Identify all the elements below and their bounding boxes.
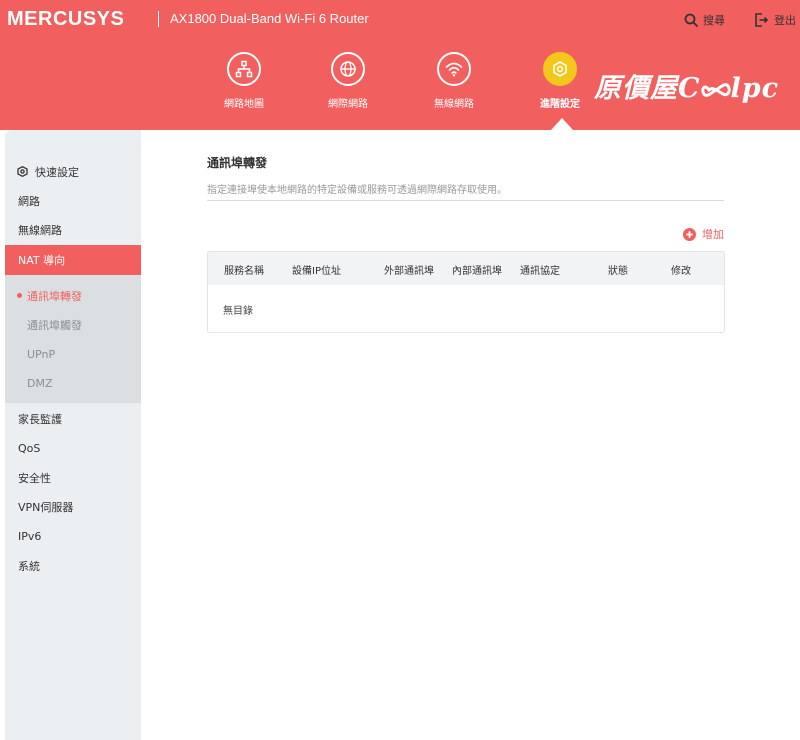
- sidebar-item-network[interactable]: 網路: [5, 186, 141, 215]
- add-button[interactable]: 增加: [683, 226, 724, 242]
- sidebar-item-parental-controls[interactable]: 家長監護: [5, 404, 141, 433]
- sidebar-item-wireless[interactable]: 無線網路: [5, 215, 141, 244]
- column-header: 狀態: [608, 266, 628, 277]
- logout-button[interactable]: 登出: [754, 12, 796, 28]
- sidebar-sub-dmz[interactable]: DMZ: [5, 369, 141, 398]
- column-header: 通訊協定: [520, 266, 560, 277]
- logout-label: 登出: [774, 14, 796, 27]
- active-dot: [17, 293, 22, 298]
- nav-active-pointer: [551, 118, 573, 130]
- watermark: 原價屋C lpc: [594, 73, 780, 104]
- add-icon: [683, 227, 696, 241]
- search-icon: [684, 13, 698, 27]
- advanced-gear-icon: [543, 52, 577, 86]
- sidebar-sub-upnp[interactable]: UPnP: [5, 340, 141, 369]
- sidebar-item-system[interactable]: 系統: [5, 551, 141, 580]
- wifi-icon: [437, 52, 471, 86]
- nav-internet[interactable]: 網際網路: [308, 52, 388, 110]
- nav-network-map[interactable]: 網路地圖: [204, 52, 284, 110]
- column-header: 設備IP位址: [292, 266, 341, 277]
- sidebar-item-nat[interactable]: NAT 導向: [5, 245, 141, 275]
- search-label: 搜尋: [703, 14, 725, 27]
- sidebar-sub-port-forwarding[interactable]: 通訊埠轉發: [5, 281, 141, 310]
- column-header: 內部通訊埠: [452, 266, 502, 277]
- port-forwarding-table: 服務名稱 設備IP位址 外部通訊埠 內部通訊埠 通訊協定 狀態 修改 無目錄: [207, 251, 725, 333]
- nav-advanced[interactable]: 進階設定: [520, 52, 600, 110]
- main-panel: 通訊埠轉發 指定連接埠使本地網路的特定設備或服務可透過網際網路存取使用。 增加 …: [141, 130, 796, 740]
- nav-label: 網路地圖: [224, 99, 264, 110]
- column-header: 服務名稱: [224, 266, 264, 277]
- column-header: 外部通訊埠: [384, 266, 434, 277]
- column-header: 修改: [671, 266, 691, 277]
- quick-setup-icon: [17, 166, 28, 177]
- sidebar-item-qos[interactable]: QoS: [5, 434, 141, 463]
- router-model: AX1800 Dual-Band Wi-Fi 6 Router: [170, 11, 369, 26]
- brand-logo: MERCUSYS: [7, 8, 125, 30]
- header-divider: [158, 11, 159, 27]
- search-button[interactable]: 搜尋: [684, 12, 725, 28]
- logout-icon: [755, 13, 769, 27]
- sidebar: 快速設定 網路 無線網路 NAT 導向 通訊埠轉發 通訊埠觸發 UPnP DMZ…: [5, 130, 141, 740]
- sidebar-item-quick-setup[interactable]: 快速設定: [5, 157, 141, 186]
- sidebar-item-ipv6[interactable]: IPv6: [5, 522, 141, 551]
- top-header: MERCUSYS AX1800 Dual-Band Wi-Fi 6 Router…: [0, 0, 800, 130]
- divider: [207, 200, 724, 201]
- network-map-icon: [227, 52, 261, 86]
- nav-wireless[interactable]: 無線網路: [414, 52, 494, 110]
- globe-icon: [331, 52, 365, 86]
- nav-label: 網際網路: [328, 99, 368, 110]
- empty-table-message: 無目錄: [223, 306, 253, 317]
- page-description: 指定連接埠使本地網路的特定設備或服務可透過網際網路存取使用。: [207, 185, 507, 196]
- content-card: 快速設定 網路 無線網路 NAT 導向 通訊埠轉發 通訊埠觸發 UPnP DMZ…: [5, 130, 796, 740]
- nav-label: 無線網路: [434, 99, 474, 110]
- table-header: 服務名稱 設備IP位址 外部通訊埠 內部通訊埠 通訊協定 狀態 修改: [208, 252, 724, 285]
- nat-submenu: 通訊埠轉發 通訊埠觸發 UPnP DMZ: [5, 275, 141, 403]
- sidebar-sub-port-triggering[interactable]: 通訊埠觸發: [5, 310, 141, 339]
- page-title: 通訊埠轉發: [207, 156, 268, 170]
- sidebar-item-vpn-server[interactable]: VPN伺服器: [5, 492, 141, 521]
- sidebar-item-security[interactable]: 安全性: [5, 463, 141, 492]
- nav-label: 進階設定: [540, 99, 580, 110]
